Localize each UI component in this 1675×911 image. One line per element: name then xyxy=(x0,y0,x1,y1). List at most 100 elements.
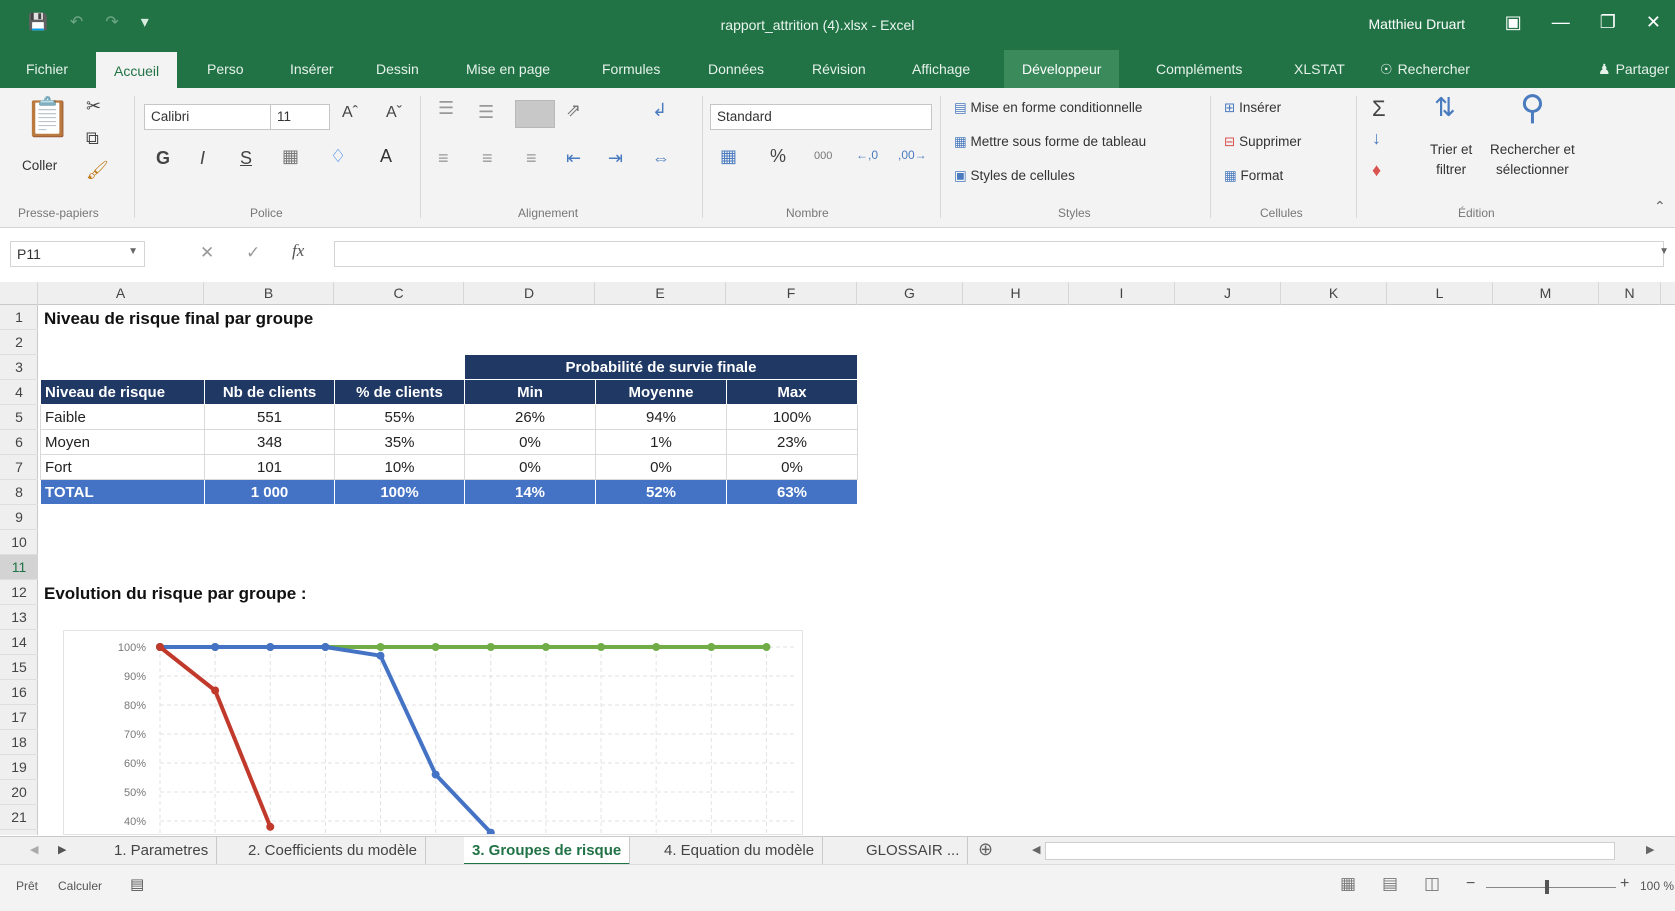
row-header-selected[interactable]: 11 xyxy=(0,555,38,580)
row-header[interactable]: 21 xyxy=(0,805,38,830)
align-left-icon[interactable]: ≡ xyxy=(438,148,449,169)
align-right-icon[interactable]: ≡ xyxy=(526,148,537,169)
column-header[interactable]: M xyxy=(1493,282,1599,305)
sort-filter-button[interactable]: Trier et filtrer xyxy=(1430,140,1472,180)
borders-icon[interactable]: ▦ xyxy=(282,146,299,167)
tab-perso[interactable]: Perso xyxy=(201,50,250,88)
grow-font-icon[interactable]: Aˆ xyxy=(342,104,358,122)
tab-formules[interactable]: Formules xyxy=(596,50,666,88)
table-cell[interactable]: Moyen xyxy=(40,429,205,455)
next-sheet-icon[interactable]: ▶ xyxy=(58,843,66,856)
align-bottom-button[interactable] xyxy=(515,100,555,128)
table-cell[interactable]: Fort xyxy=(40,454,205,480)
name-box[interactable]: P11 ▼ xyxy=(10,241,145,267)
normal-view-icon[interactable]: ▦ xyxy=(1340,874,1356,894)
row-header[interactable]: 1 xyxy=(0,305,38,330)
tab-complements[interactable]: Compléments xyxy=(1150,50,1248,88)
table-cell[interactable]: 0% xyxy=(464,429,596,455)
enter-icon[interactable]: ✓ xyxy=(246,243,260,263)
row-header[interactable]: 12 xyxy=(0,580,38,605)
minimize-icon[interactable]: — xyxy=(1552,12,1570,33)
row-header[interactable]: 13 xyxy=(0,605,38,630)
row-header[interactable]: 16 xyxy=(0,680,38,705)
align-middle-icon[interactable]: ☰ xyxy=(478,102,494,123)
close-icon[interactable]: ✕ xyxy=(1646,12,1661,33)
column-header[interactable]: A xyxy=(38,282,204,305)
cut-icon[interactable]: ✂ xyxy=(86,96,101,117)
user-name[interactable]: Matthieu Druart xyxy=(1369,16,1465,32)
total-cell[interactable]: TOTAL xyxy=(40,479,205,505)
table-cell[interactable]: 26% xyxy=(464,404,596,430)
orientation-icon[interactable]: ⇗ xyxy=(566,100,581,121)
number-format-select[interactable]: Standard xyxy=(710,104,932,130)
find-select-button[interactable]: Rechercher et sélectionner xyxy=(1490,140,1575,180)
zoom-slider[interactable] xyxy=(1486,887,1616,888)
tab-mise-en-page[interactable]: Mise en page xyxy=(460,50,556,88)
select-all-corner[interactable] xyxy=(0,282,38,305)
sheet-tab-groupes-de-risque[interactable]: 3. Groupes de risque xyxy=(464,837,631,865)
bold-icon[interactable]: G xyxy=(156,148,170,169)
sheet-tab-glossaire[interactable]: GLOSSAIR ... xyxy=(858,837,969,865)
table-cell[interactable]: 551 xyxy=(204,404,335,430)
column-header[interactable]: D xyxy=(464,282,595,305)
decrease-indent-icon[interactable]: ⇤ xyxy=(566,148,581,169)
table-header-cell[interactable]: Niveau de risque xyxy=(40,379,205,405)
horizontal-scrollbar[interactable] xyxy=(1045,842,1615,860)
format-as-table-button[interactable]: ▦ Mettre sous forme de tableau xyxy=(954,134,1146,150)
autosum-icon[interactable]: Σ xyxy=(1372,96,1386,122)
collapse-ribbon-icon[interactable]: ⌃ xyxy=(1654,198,1666,215)
font-color-icon[interactable]: A xyxy=(380,146,392,167)
tell-me-search[interactable]: ☉ Rechercher xyxy=(1374,50,1476,88)
row-header[interactable]: 2 xyxy=(0,330,38,355)
risk-evolution-chart[interactable]: 100% 90% 80% 70% 60% 50% 40% xyxy=(63,630,803,835)
paste-label[interactable]: Coller xyxy=(22,158,57,173)
zoom-out-icon[interactable]: − xyxy=(1466,875,1475,893)
row-header[interactable]: 6 xyxy=(0,430,38,455)
column-header[interactable]: H xyxy=(963,282,1069,305)
column-header[interactable]: L xyxy=(1387,282,1493,305)
cancel-icon[interactable]: ✕ xyxy=(200,243,214,263)
column-header[interactable]: N xyxy=(1599,282,1661,305)
align-center-icon[interactable]: ≡ xyxy=(482,148,493,169)
accounting-format-icon[interactable]: ▦ xyxy=(720,146,737,167)
underline-icon[interactable]: S xyxy=(240,148,252,169)
ribbon-display-icon[interactable]: ▣ xyxy=(1505,12,1522,33)
increase-decimal-icon[interactable]: ←,0 xyxy=(856,148,878,162)
table-header-cell[interactable]: Min xyxy=(464,379,596,405)
font-name-select[interactable]: Calibri xyxy=(144,104,272,130)
align-top-icon[interactable]: ☰ xyxy=(438,98,454,119)
total-cell[interactable]: 14% xyxy=(464,479,596,505)
restore-icon[interactable]: ❐ xyxy=(1600,12,1616,33)
total-cell[interactable]: 63% xyxy=(726,479,858,505)
prev-sheet-icon[interactable]: ◀ xyxy=(30,843,38,856)
column-header[interactable]: G xyxy=(857,282,963,305)
tab-affichage[interactable]: Affichage xyxy=(906,50,976,88)
scroll-right-icon[interactable]: ▶ xyxy=(1646,843,1654,856)
tab-inserer[interactable]: Insérer xyxy=(284,50,340,88)
formula-input[interactable] xyxy=(334,241,1664,267)
table-cell[interactable]: 35% xyxy=(334,429,465,455)
column-header[interactable]: F xyxy=(726,282,857,305)
share-button[interactable]: ♟ Partager xyxy=(1592,50,1675,88)
italic-icon[interactable]: I xyxy=(200,148,205,169)
row-header[interactable]: 5 xyxy=(0,405,38,430)
column-header[interactable]: K xyxy=(1281,282,1387,305)
zoom-in-icon[interactable]: + xyxy=(1620,875,1629,893)
tab-fichier[interactable]: Fichier xyxy=(20,50,74,88)
table-header-cell[interactable]: Nb de clients xyxy=(204,379,335,405)
total-cell[interactable]: 1 000 xyxy=(204,479,335,505)
calculate-button[interactable]: Calculer xyxy=(58,879,102,893)
table-group-header[interactable]: Probabilité de survie finale xyxy=(464,354,858,380)
decrease-decimal-icon[interactable]: ,00→ xyxy=(898,148,927,162)
table-cell[interactable]: 10% xyxy=(334,454,465,480)
copy-icon[interactable]: ⧉ xyxy=(86,128,99,149)
row-header[interactable]: 18 xyxy=(0,730,38,755)
tab-dessin[interactable]: Dessin xyxy=(370,50,425,88)
sheet-title-risk-level[interactable]: Niveau de risque final par groupe xyxy=(44,306,313,331)
insert-cells-button[interactable]: ⊞ Insérer xyxy=(1224,100,1281,116)
row-header[interactable]: 7 xyxy=(0,455,38,480)
shrink-font-icon[interactable]: Aˇ xyxy=(386,104,402,122)
comma-style-icon[interactable]: 000 xyxy=(814,150,832,162)
zoom-slider-thumb[interactable] xyxy=(1545,880,1549,894)
add-sheet-icon[interactable]: ⊕ xyxy=(978,839,993,860)
